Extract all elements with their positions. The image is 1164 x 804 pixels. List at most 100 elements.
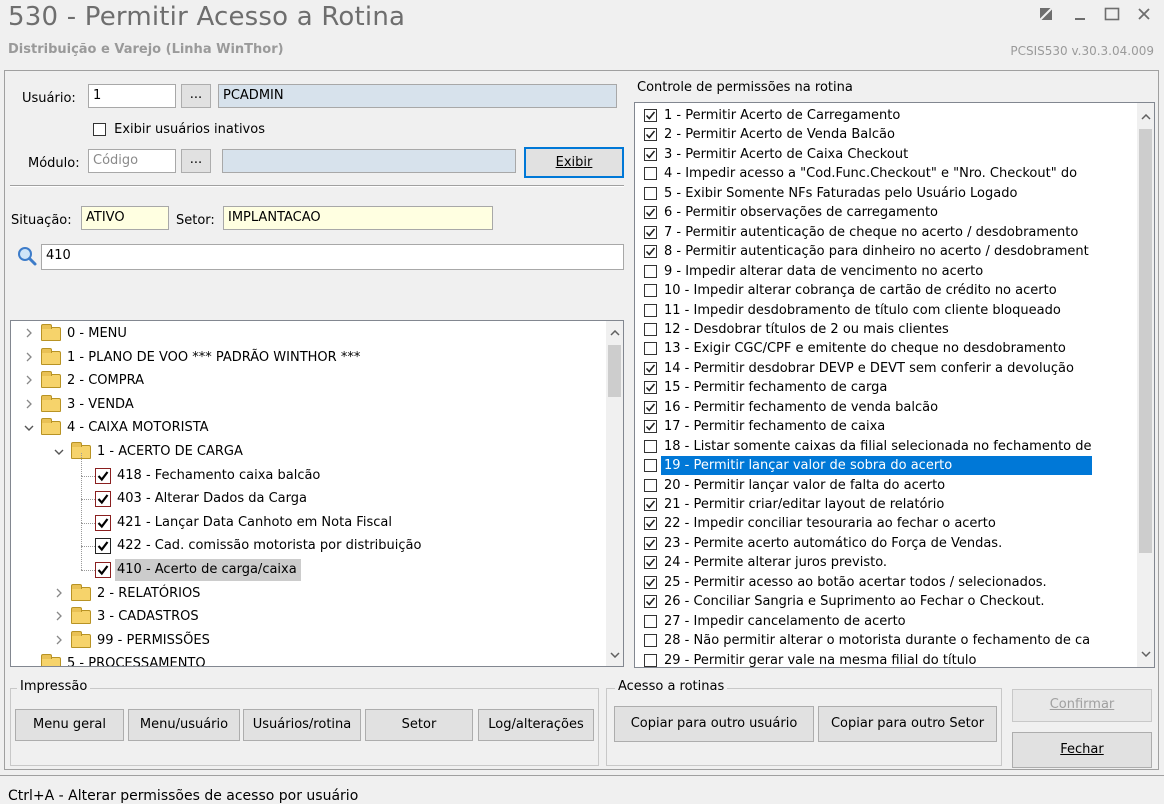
fechar-button[interactable]: Fechar [1012, 732, 1152, 768]
permission-checkbox[interactable] [644, 498, 657, 511]
inactive-users-checkbox[interactable]: Exibir usuários inativos [93, 122, 265, 137]
permission-item[interactable]: 9 - Impedir alterar data de vencimento n… [635, 262, 1135, 281]
tree-folder-item[interactable]: 0 - MENU [11, 323, 606, 345]
tree-folder-item[interactable]: 3 - VENDA [11, 394, 606, 416]
tree-folder-item[interactable]: 99 - PERMISSÕES [11, 630, 606, 652]
scroll-up-icon[interactable] [1137, 108, 1154, 125]
chevron-right-icon[interactable] [53, 630, 65, 652]
tree-vertical-scrollbar[interactable] [606, 321, 623, 666]
permission-checkbox[interactable] [644, 400, 657, 414]
tree-routine-item[interactable]: 422 - Cad. comissão motorista por distri… [11, 523, 606, 557]
permission-checkbox[interactable] [644, 303, 657, 317]
permission-item[interactable]: 15 - Permitir fechamento de carga [635, 378, 1135, 397]
copiar-setor-button[interactable]: Copiar para outro Setor [818, 706, 997, 742]
permission-checkbox[interactable] [644, 206, 657, 220]
permission-item[interactable]: 13 - Exigir CGC/CPF e emitente do cheque… [635, 339, 1135, 358]
routine-checkbox[interactable] [95, 491, 111, 508]
permission-checkbox[interactable] [644, 614, 657, 628]
permission-checkbox[interactable] [644, 420, 657, 434]
permission-item[interactable]: 17 - Permitir fechamento de caixa [635, 417, 1135, 436]
permission-item[interactable]: 12 - Desdobrar títulos de 2 ou mais clie… [635, 320, 1135, 339]
permission-checkbox[interactable] [644, 147, 657, 161]
permissions-list[interactable]: 1 - Permitir Acerto de Carregamento 2 - P… [634, 102, 1155, 668]
routine-checkbox[interactable] [95, 538, 111, 555]
permission-item[interactable]: 21 - Permitir criar/editar layout de rel… [635, 495, 1135, 514]
permission-item[interactable]: 3 - Permitir Acerto de Caixa Checkout [635, 145, 1135, 164]
permission-checkbox[interactable] [644, 381, 657, 395]
tree-scroll-thumb[interactable] [608, 345, 621, 397]
scroll-up-icon[interactable] [606, 324, 623, 341]
maximize-icon[interactable] [1100, 6, 1124, 28]
permissions-scroll-thumb[interactable] [1139, 129, 1152, 553]
permission-item[interactable]: 24 - Permite alterar juros previsto. [635, 553, 1135, 572]
permission-checkbox[interactable] [644, 186, 657, 200]
confirmar-button[interactable]: Confirmar [1012, 689, 1152, 722]
permission-checkbox[interactable] [644, 128, 657, 142]
permission-item[interactable]: 25 - Permitir acesso ao botão acertar to… [635, 573, 1135, 592]
close-icon[interactable] [1132, 6, 1156, 28]
setor-button[interactable]: Setor [365, 709, 473, 741]
permission-checkbox[interactable] [644, 322, 657, 336]
permission-checkbox[interactable] [644, 478, 657, 492]
permission-item[interactable]: 11 - Impedir desdobramento de título com… [635, 301, 1135, 320]
tree-folder-item[interactable]: 3 - CADASTROS [11, 606, 606, 628]
permission-checkbox[interactable] [644, 284, 657, 298]
tree-folder-item[interactable]: 1 - ACERTO DE CARGA [11, 441, 606, 463]
chevron-right-icon[interactable] [23, 394, 35, 416]
permission-item[interactable]: 8 - Permitir autenticação para dinheiro … [635, 242, 1135, 261]
permission-item[interactable]: 20 - Permitir lançar valor de falta do a… [635, 476, 1135, 495]
permission-item[interactable]: 2 - Permitir Acerto de Venda Balcão [635, 125, 1135, 144]
permission-item[interactable]: 5 - Exibir Somente NFs Faturadas pelo Us… [635, 184, 1135, 203]
usuario-code-field[interactable]: 1 [88, 84, 176, 108]
permission-item[interactable]: 7 - Permitir autenticação de cheque no a… [635, 223, 1135, 242]
permission-item[interactable]: 19 - Permitir lançar valor de sobra do a… [635, 456, 1135, 476]
permission-checkbox[interactable] [644, 109, 657, 122]
permission-checkbox[interactable] [644, 439, 657, 453]
tree-routine-item[interactable]: 403 - Alterar Dados da Carga [11, 476, 606, 510]
log-alteracoes-button[interactable]: Log/alterações [478, 709, 594, 741]
permission-item[interactable]: 29 - Permitir gerar vale na mesma filial… [635, 651, 1135, 667]
permission-item[interactable]: 14 - Permitir desdobrar DEVP e DEVT sem … [635, 359, 1135, 378]
minimize-icon[interactable] [1068, 6, 1092, 28]
permission-checkbox[interactable] [644, 459, 657, 473]
exibir-button[interactable]: Exibir [524, 147, 624, 178]
permission-item[interactable]: 1 - Permitir Acerto de Carregamento [635, 106, 1135, 125]
routine-checkbox[interactable] [95, 562, 111, 578]
permission-checkbox[interactable] [644, 595, 657, 609]
permission-item[interactable]: 28 - Não permitir alterar o motorista du… [635, 631, 1135, 650]
copiar-usuario-button[interactable]: Copiar para outro usuário [614, 706, 814, 742]
permission-checkbox[interactable] [644, 167, 657, 181]
usuario-lookup-button[interactable]: ... [181, 84, 211, 108]
permission-item[interactable]: 4 - Impedir acesso a "Cod.Func.Checkout"… [635, 164, 1135, 183]
permission-item[interactable]: 22 - Impedir conciliar tesouraria ao fec… [635, 514, 1135, 533]
tree-folder-item[interactable]: 4 - CAIXA MOTORISTA [11, 417, 606, 439]
chevron-down-icon[interactable] [23, 417, 35, 439]
tree-folder-item[interactable]: 2 - RELATÓRIOS [11, 583, 606, 605]
tree-folder-item[interactable]: 1 - PLANO DE VOO *** PADRÃO WINTHOR *** [11, 347, 606, 369]
permission-checkbox[interactable] [644, 536, 657, 550]
chevron-right-icon[interactable] [53, 583, 65, 605]
permission-checkbox[interactable] [644, 264, 657, 278]
menu-geral-button[interactable]: Menu geral [15, 709, 124, 741]
search-input[interactable]: 410 [41, 244, 624, 270]
tree-routine-item[interactable]: 410 - Acerto de carga/caixa [11, 547, 606, 581]
routine-tree[interactable]: 0 - MENU 1 - PLANO DE VOO *** PADRÃO WINT… [10, 320, 624, 667]
checkbox-box[interactable] [93, 123, 106, 136]
permission-checkbox[interactable] [644, 342, 657, 356]
permission-checkbox[interactable] [644, 517, 657, 531]
chevron-right-icon[interactable] [23, 370, 35, 392]
routine-checkbox[interactable] [95, 467, 111, 484]
usuarios-rotina-button[interactable]: Usuários/rotina [243, 709, 361, 741]
tree-routine-item[interactable]: 418 - Fechamento caixa balcão [11, 452, 606, 487]
menu-usuario-button[interactable]: Menu/usuário [128, 709, 240, 741]
permission-item[interactable]: 10 - Impedir alterar cobrança de cartão … [635, 281, 1135, 300]
chevron-down-icon[interactable] [53, 441, 65, 463]
permission-item[interactable]: 23 - Permite acerto automático do Força … [635, 534, 1135, 553]
permissions-vertical-scrollbar[interactable] [1137, 103, 1154, 667]
tree-routine-item[interactable]: 421 - Lançar Data Canhoto em Nota Fiscal [11, 499, 606, 534]
scroll-down-icon[interactable] [606, 646, 623, 663]
permission-item[interactable]: 27 - Impedir cancelamento de acerto [635, 612, 1135, 631]
modulo-lookup-button[interactable]: ... [181, 149, 211, 173]
scroll-down-icon[interactable] [1137, 645, 1154, 662]
permission-item[interactable]: 16 - Permitir fechamento de venda balcão [635, 398, 1135, 417]
